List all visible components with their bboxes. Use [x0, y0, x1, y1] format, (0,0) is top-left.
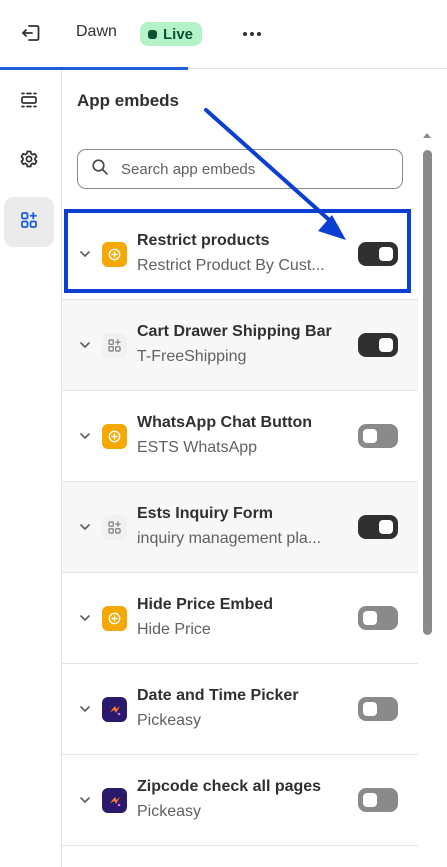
live-status-badge: Live [140, 22, 203, 46]
chevron-down-icon[interactable] [78, 429, 92, 443]
embed-name: Date and Time Picker [137, 687, 299, 704]
toggle-knob [379, 338, 393, 352]
toggle-knob [363, 429, 377, 443]
search-input[interactable] [121, 160, 391, 178]
toggle-knob [379, 247, 393, 261]
toggle-knob [379, 520, 393, 534]
top-bar: Dawn Live [0, 0, 447, 70]
chevron-down-icon[interactable] [78, 338, 92, 352]
app-logo-icon [102, 515, 127, 540]
app-logo-icon [102, 697, 127, 722]
embed-app-name: T-FreeShipping [137, 348, 247, 365]
embed-name: Cart Drawer Shipping Bar [137, 323, 332, 340]
embed-row[interactable]: WhatsApp Chat Button ESTS WhatsApp [62, 391, 418, 482]
search-icon [78, 158, 109, 181]
theme-settings-button[interactable] [4, 136, 54, 186]
panel-title: App embeds [77, 91, 180, 110]
embed-row[interactable]: Ests Inquiry Form inquiry management pla.… [62, 482, 418, 573]
app-embeds-panel: App embeds Restrict products Restrict Pro… [62, 70, 447, 867]
app-logo-icon [102, 606, 127, 631]
embed-row[interactable]: Restrict products Restrict Product By Cus… [62, 209, 418, 300]
chevron-down-icon[interactable] [78, 520, 92, 534]
embed-row[interactable]: Cart Drawer Shipping Bar T-FreeShipping [62, 300, 418, 391]
toggle-knob [363, 702, 377, 716]
embed-app-name: Pickeasy [137, 803, 202, 820]
app-logo-icon [102, 333, 127, 358]
settings-gear-icon [19, 149, 39, 174]
embed-name: Zipcode check all pages [137, 778, 322, 795]
embed-row[interactable]: Hide Price Embed Hide Price [62, 573, 418, 664]
embed-toggle[interactable] [358, 606, 398, 630]
app-embeds-button[interactable] [4, 197, 54, 247]
search-field[interactable] [77, 149, 403, 189]
chevron-down-icon[interactable] [78, 702, 92, 716]
embed-toggle[interactable] [358, 788, 398, 812]
chevron-down-icon[interactable] [78, 611, 92, 625]
embed-name: Ests Inquiry Form [137, 505, 274, 522]
more-horizontal-icon[interactable] [238, 24, 266, 44]
embed-list: Restrict products Restrict Product By Cus… [62, 209, 418, 846]
app-logo-icon [102, 242, 127, 267]
embed-toggle[interactable] [358, 242, 398, 266]
chevron-down-icon[interactable] [78, 247, 92, 261]
embed-toggle[interactable] [358, 697, 398, 721]
embed-name: Restrict products [137, 232, 270, 249]
app-logo-icon [102, 424, 127, 449]
embed-toggle[interactable] [358, 424, 398, 448]
exit-icon[interactable] [20, 22, 42, 44]
sections-icon [19, 90, 39, 115]
embed-row[interactable]: Date and Time Picker Pickeasy [62, 664, 418, 755]
embed-toggle[interactable] [358, 333, 398, 357]
live-dot-icon [148, 29, 157, 39]
live-status-label: Live [163, 25, 194, 43]
embed-app-name: Pickeasy [137, 712, 202, 729]
embed-app-name: Restrict Product By Cust... [137, 257, 325, 274]
embed-name: Hide Price Embed [137, 596, 274, 613]
app-embeds-icon [19, 210, 39, 235]
embed-app-name: ESTS WhatsApp [137, 439, 258, 456]
scrollbar-thumb[interactable] [423, 150, 432, 635]
app-logo-icon [102, 788, 127, 813]
sections-button[interactable] [4, 77, 54, 127]
embed-name: WhatsApp Chat Button [137, 414, 313, 431]
embed-row[interactable]: Zipcode check all pages Pickeasy [62, 755, 418, 846]
chevron-down-icon[interactable] [78, 793, 92, 807]
left-rail [0, 70, 62, 867]
embed-app-name: Hide Price [137, 621, 211, 638]
toggle-knob [363, 793, 377, 807]
theme-name[interactable]: Dawn [76, 23, 117, 41]
scroll-up-arrow-icon[interactable] [421, 128, 433, 138]
toggle-knob [363, 611, 377, 625]
embed-app-name: inquiry management pla... [137, 530, 322, 547]
embed-toggle[interactable] [358, 515, 398, 539]
